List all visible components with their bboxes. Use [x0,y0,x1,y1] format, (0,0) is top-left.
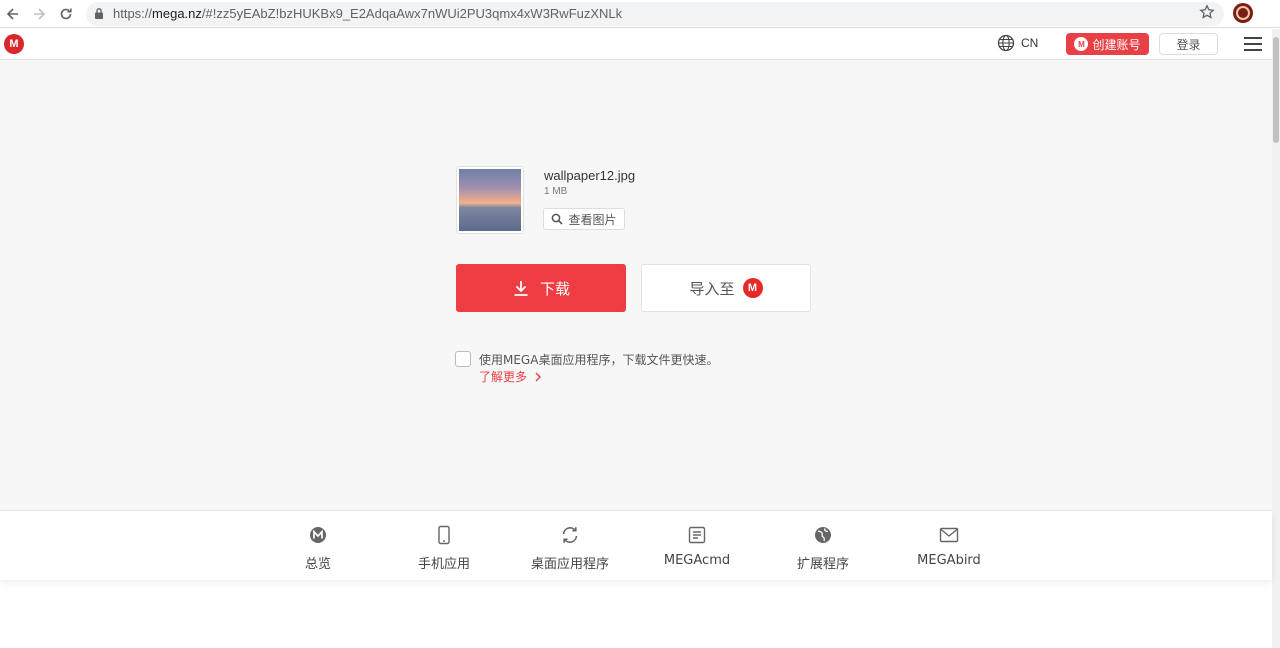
desktop-app-checkbox[interactable] [455,351,471,367]
sync-icon [560,525,580,545]
address-bar[interactable]: https://mega.nz/#!zz5yEAbZ!bzHUKBx9_E2Ad… [86,2,1224,26]
reload-icon [60,8,72,20]
download-label: 下载 [539,279,570,298]
tab-megabird[interactable]: MEGAbird [894,525,1004,568]
tab-label: 总览 [304,557,331,572]
tab-desktop-app[interactable]: 桌面应用程序 [515,525,625,572]
create-account-label: 创建账号 [1092,37,1141,52]
profile-avatar[interactable] [1233,3,1253,23]
url-path: /#!zz5yEAbZ!bzHUKBx9_E2AdqaAwx7nWUi2PU3q… [201,6,623,21]
mega-badge-icon: M [1074,37,1089,51]
search-icon [552,213,564,225]
file-name: wallpaper12.jpg [544,168,636,183]
page-scrollbar[interactable] [1272,29,1280,648]
tab-mobile-apps[interactable]: 手机应用 [389,525,499,572]
login-button[interactable]: 登录 [1159,33,1218,55]
learn-more-link[interactable]: 了解更多 [479,368,542,385]
view-image-label: 查看图片 [568,212,617,227]
scrollbar-thumb[interactable] [1273,37,1279,143]
mega-logo[interactable]: M [4,34,24,54]
url-scheme: https:// [113,6,153,21]
language-label: CN [1021,36,1039,50]
mega-logo-icon: M [742,278,763,298]
app-tabs-bar: 总览 手机应用 桌面应用程序 MEGAcmd 扩展程序 MEGAbird [0,510,1272,580]
tab-label: 手机应用 [417,557,470,572]
download-button[interactable]: 下载 [456,264,626,312]
tab-extensions[interactable]: 扩展程序 [768,525,878,572]
url-host: mega.nz [152,6,202,21]
back-button[interactable] [3,4,23,24]
download-panel: wallpaper12.jpg 1 MB 查看图片 下载 导入至 M 使用MEG… [0,60,1272,510]
forward-button[interactable] [29,4,49,24]
tab-overview[interactable]: 总览 [263,525,373,572]
tab-label: 扩展程序 [796,557,849,572]
bookmark-star-icon[interactable] [1199,4,1215,20]
import-label: 导入至 [689,279,735,298]
globe-icon [997,34,1015,52]
lock-icon [95,8,103,19]
terminal-doc-icon [687,525,707,545]
forward-arrow-icon [34,8,46,20]
browser-toolbar: https://mega.nz/#!zz5yEAbZ!bzHUKBx9_E2Ad… [0,0,1280,28]
file-thumbnail[interactable] [456,166,524,234]
sunset-thumbnail-image [459,169,521,231]
tab-label: MEGAcmd [663,553,731,568]
back-arrow-icon [6,8,18,20]
import-to-mega-button[interactable]: 导入至 M [641,264,811,312]
chevron-right-icon [535,372,542,381]
mega-circle-icon [308,525,328,545]
download-icon [514,281,528,296]
mail-icon [939,525,959,545]
language-selector[interactable]: CN [997,34,1038,52]
hamburger-menu-icon[interactable] [1244,37,1262,51]
tab-label: 桌面应用程序 [530,557,609,572]
desktop-app-prompt: 使用MEGA桌面应用程序，下载文件更快速。 [479,353,719,367]
tab-label: MEGAbird [917,553,981,568]
view-image-button[interactable]: 查看图片 [543,208,625,230]
phone-icon [434,525,454,545]
reload-button[interactable] [56,4,76,24]
tab-megacmd[interactable]: MEGAcmd [642,525,752,568]
globe-icon [813,525,833,545]
file-size: 1 MB [544,186,568,197]
learn-more-label: 了解更多 [479,370,528,384]
create-account-button[interactable]: M 创建账号 [1066,33,1149,55]
mega-top-nav: M CN M 创建账号 登录 [0,29,1272,60]
url-text: https://mega.nz/#!zz5yEAbZ!bzHUKBx9_E2Ad… [113,6,622,21]
